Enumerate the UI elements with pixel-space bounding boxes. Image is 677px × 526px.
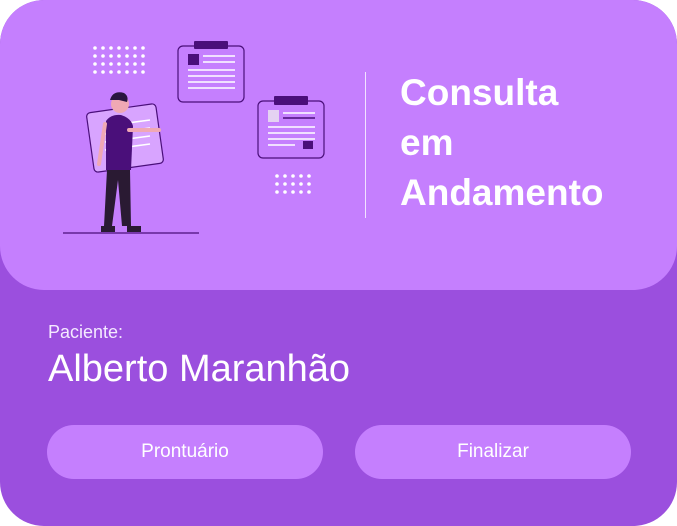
person-documents-illustration xyxy=(63,41,325,234)
status-title: Consulta em Andamento xyxy=(400,68,660,218)
status-title-line: em xyxy=(400,122,454,163)
status-title-line: Andamento xyxy=(400,172,604,213)
medical-record-button[interactable]: Prontuário xyxy=(47,425,323,479)
patient-label: Paciente: xyxy=(48,322,124,342)
card-header: Consulta em Andamento xyxy=(0,0,677,290)
header-divider xyxy=(365,72,366,218)
patient-name: Alberto Maranhão xyxy=(48,348,351,390)
finish-button[interactable]: Finalizar xyxy=(355,425,631,479)
consultation-card: Consulta em Andamento Paciente: Alberto … xyxy=(0,0,677,526)
status-title-line: Consulta xyxy=(400,72,559,113)
